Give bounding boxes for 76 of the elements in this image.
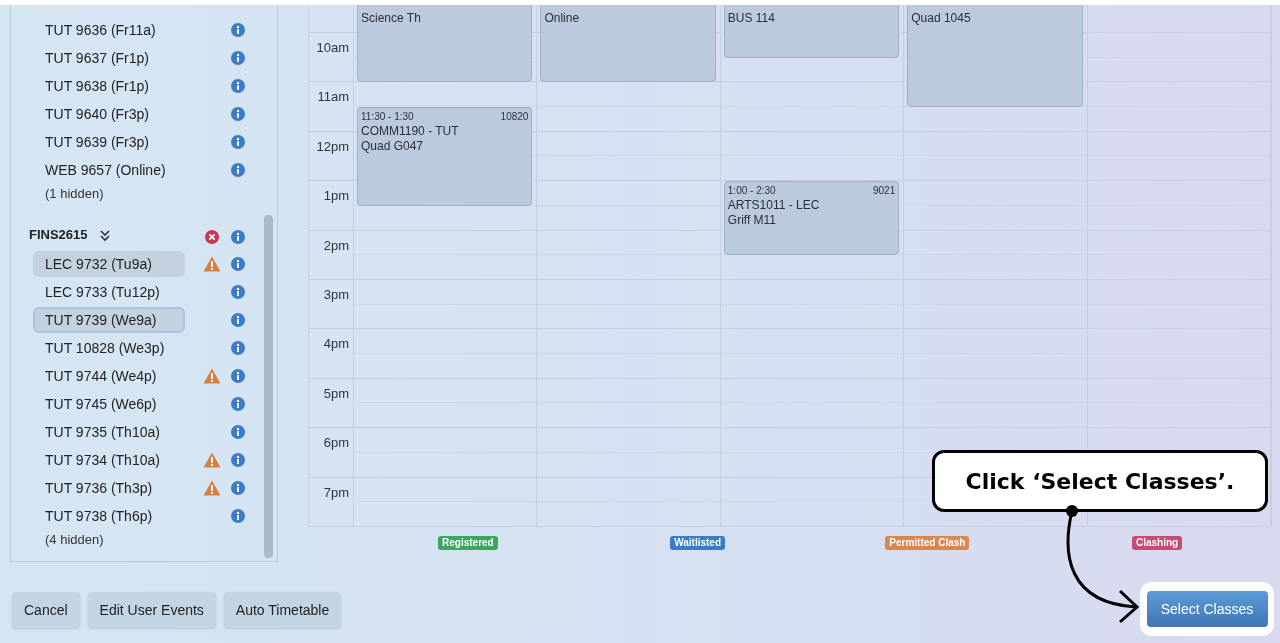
class-option[interactable]: TUT 9734 (Th10a) <box>33 447 185 473</box>
info-icon[interactable] <box>231 369 245 383</box>
event-code: 10820 <box>500 110 529 125</box>
class-option[interactable]: TUT 9735 (Th10a) <box>33 419 185 445</box>
class-option[interactable]: TUT 9738 (Th6p) <box>33 503 185 529</box>
class-option[interactable]: TUT 9638 (Fr1p) <box>33 73 185 99</box>
info-icon[interactable] <box>231 107 245 121</box>
event-time: 11:30 - 1:30 <box>361 110 414 125</box>
class-event[interactable]: BUS 114 <box>723 5 900 58</box>
time-label: 12pm <box>316 137 349 153</box>
action-button[interactable]: Edit User Events <box>87 592 216 628</box>
info-icon[interactable] <box>231 341 245 355</box>
time-label: 6pm <box>323 434 349 450</box>
class-event[interactable]: Science Th <box>357 5 533 83</box>
hidden-count: (4 hidden) <box>45 531 104 550</box>
legend-tag: Registered <box>438 536 498 550</box>
class-option[interactable]: TUT 9745 (We6p) <box>33 391 185 417</box>
class-option[interactable]: TUT 9640 (Fr3p) <box>33 101 185 127</box>
class-option[interactable]: WEB 9657 (Online) <box>33 157 185 183</box>
time-label: 7pm <box>323 483 349 499</box>
time-label: 3pm <box>323 285 349 301</box>
class-option[interactable]: TUT 9739 (We9a) <box>33 307 185 333</box>
event-text: Science Th <box>361 11 422 26</box>
info-icon[interactable] <box>231 230 245 244</box>
time-label: 11am <box>317 88 349 104</box>
action-button[interactable]: Cancel <box>12 592 80 628</box>
info-icon[interactable] <box>231 23 245 37</box>
time-label: 1pm <box>323 187 349 203</box>
legend-tag: Clashing <box>1132 536 1183 550</box>
event-code: 9021 <box>872 184 896 199</box>
info-icon[interactable] <box>231 285 245 299</box>
info-icon[interactable] <box>231 163 245 177</box>
course-title: FINS2615 <box>29 225 88 244</box>
select-classes-button[interactable]: Select Classes <box>1146 591 1268 627</box>
legend-tag: Waitlisted <box>670 536 726 550</box>
info-icon[interactable] <box>231 135 245 149</box>
event-time: 1:00 - 2:30 <box>727 184 776 199</box>
time-label: 4pm <box>323 335 349 351</box>
legend-tag: Permitted Clash <box>885 536 970 550</box>
info-icon[interactable] <box>231 51 245 65</box>
class-event[interactable]: 11:30 - 1:30 10820 COMM1190 - TUT Quad G047 <box>357 107 533 206</box>
event-text: COMM1190 - TUT <box>361 124 460 140</box>
class-event[interactable]: Quad 1045 <box>907 5 1083 108</box>
info-icon[interactable] <box>231 481 245 495</box>
hidden-count: (1 hidden) <box>45 185 104 204</box>
event-text: Online <box>544 11 581 26</box>
class-option[interactable]: TUT 9636 (Fr11a) <box>33 17 185 43</box>
info-icon[interactable] <box>231 425 245 439</box>
chevrons-icon[interactable] <box>99 230 110 242</box>
info-icon[interactable] <box>231 453 245 467</box>
action-button[interactable]: Auto Timetable <box>223 592 342 628</box>
class-option[interactable]: TUT 10828 (We3p) <box>33 335 185 361</box>
close-icon[interactable] <box>205 230 219 244</box>
event-text: BUS 114 <box>727 11 776 26</box>
event-text: Quad G047 <box>361 139 425 155</box>
callout: Click ‘Select Classes’. <box>932 450 1268 512</box>
class-event[interactable]: 1:00 - 2:30 9021 ARTS1011 - LEC Griff M11 <box>723 181 900 256</box>
time-label: 2pm <box>323 236 349 252</box>
event-text: ARTS1011 - LEC <box>727 198 821 214</box>
info-icon[interactable] <box>231 397 245 411</box>
class-event[interactable]: Online <box>540 5 716 83</box>
class-option[interactable]: TUT 9637 (Fr1p) <box>33 45 185 71</box>
time-label: 5pm <box>323 384 349 400</box>
class-option[interactable]: LEC 9732 (Tu9a) <box>33 251 185 277</box>
info-icon[interactable] <box>231 257 245 271</box>
info-icon[interactable] <box>231 79 245 93</box>
class-option[interactable]: TUT 9744 (We4p) <box>33 363 185 389</box>
class-option[interactable]: TUT 9736 (Th3p) <box>33 475 185 501</box>
scrollbar[interactable] <box>264 215 273 558</box>
event-text: Quad 1045 <box>911 11 972 26</box>
info-icon[interactable] <box>231 509 245 523</box>
class-option[interactable]: TUT 9639 (Fr3p) <box>33 129 185 155</box>
class-option[interactable]: LEC 9733 (Tu12p) <box>33 279 185 305</box>
info-icon[interactable] <box>231 313 245 327</box>
time-label: 10am <box>316 39 349 54</box>
event-text: Griff M11 <box>727 213 778 229</box>
